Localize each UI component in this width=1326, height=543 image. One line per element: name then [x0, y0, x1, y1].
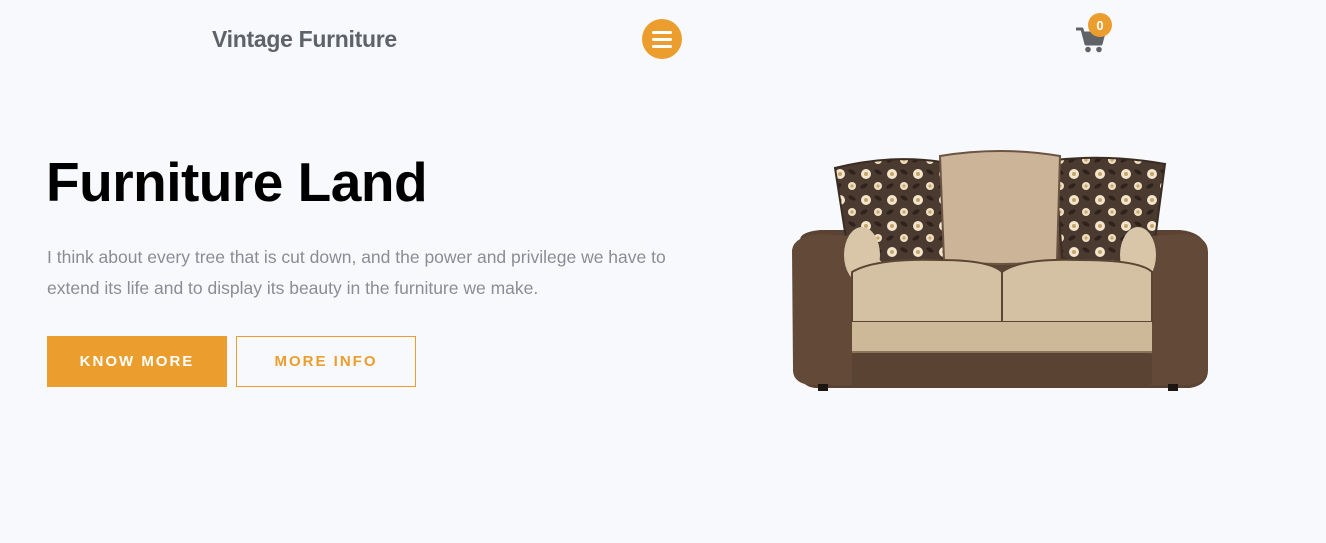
know-more-button[interactable]: KNOW MORE [47, 336, 227, 387]
hamburger-menu-icon[interactable] [642, 19, 682, 59]
more-info-button[interactable]: MORE INFO [236, 336, 416, 387]
menu-bar [652, 37, 672, 41]
hero-description: I think about every tree that is cut dow… [47, 247, 666, 298]
menu-bar [652, 30, 672, 34]
sofa-image [792, 150, 1208, 391]
menu-bar [652, 44, 672, 48]
hero-title: Furniture Land [46, 151, 428, 213]
cart-count-badge: 0 [1088, 13, 1112, 37]
brand-logo-text[interactable]: Vintage Furniture [212, 26, 397, 53]
